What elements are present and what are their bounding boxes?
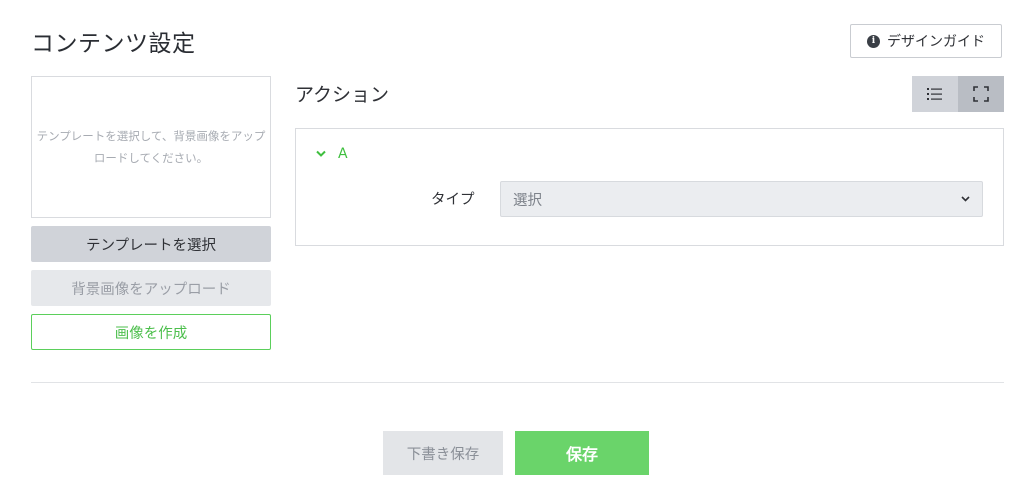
action-section-title: アクション [295,84,390,106]
save-button[interactable]: 保存 [515,431,649,475]
create-image-button[interactable]: 画像を作成 [31,314,271,350]
fullscreen-view-button[interactable] [958,76,1004,112]
action-item-toggle[interactable]: A [316,146,348,162]
upload-background-button[interactable]: 背景画像をアップロード [31,270,271,306]
design-guide-label: デザインガイド [887,34,985,50]
view-toggle [912,76,1004,112]
list-icon [927,88,942,100]
save-draft-button[interactable]: 下書き保存 [383,431,503,475]
fullscreen-icon [973,86,989,102]
preview-hint: テンプレートを選択して、背景画像をアップロードしてください。 [36,129,266,165]
divider [31,382,1004,383]
action-item-label: A [338,146,348,162]
chevron-down-icon [961,196,970,202]
page-title: コンテンツ設定 [31,31,196,57]
info-icon: i [867,34,880,48]
type-label: タイプ [431,192,475,208]
list-view-button[interactable] [912,76,958,112]
select-template-button[interactable]: テンプレートを選択 [31,226,271,262]
design-guide-button[interactable]: i デザインガイド [850,24,1002,58]
chevron-down-icon [316,150,326,157]
type-select[interactable]: 選択 [500,181,983,217]
action-panel: A タイプ 選択 [295,128,1004,246]
type-select-value: 選択 [513,192,542,209]
image-preview: テンプレートを選択して、背景画像をアップロードしてください。 [31,76,271,218]
